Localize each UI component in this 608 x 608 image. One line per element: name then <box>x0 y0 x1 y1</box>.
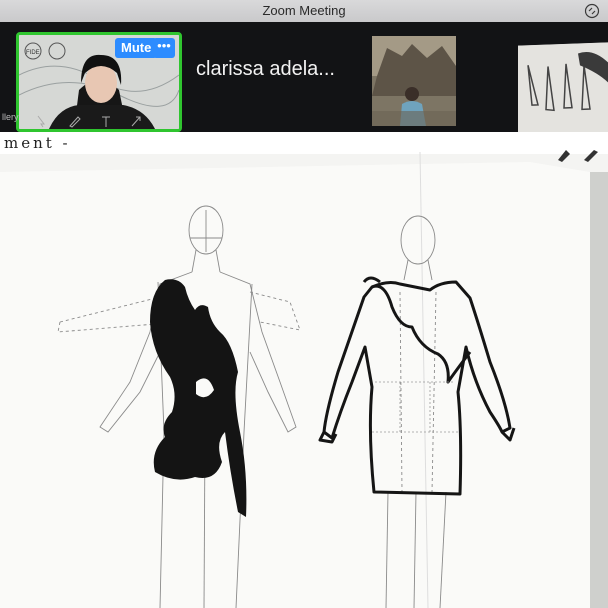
logo-text: FIDE <box>26 50 40 56</box>
participant-tile-sketch[interactable] <box>518 42 608 138</box>
window-title: Zoom Meeting <box>262 3 346 18</box>
participant-video <box>372 36 456 126</box>
zoom-title-bar: Zoom Meeting <box>0 0 608 23</box>
fashion-sketch-canvas <box>0 151 608 608</box>
arrow-icon[interactable] <box>131 116 141 127</box>
marker-icon[interactable] <box>584 150 598 162</box>
participant-tile-video[interactable] <box>372 36 456 126</box>
annotation-toolbar <box>37 115 141 128</box>
text-icon[interactable] <box>102 116 110 127</box>
more-options-button[interactable]: ••• <box>153 38 175 58</box>
participant-name: clarissa adela... <box>196 58 335 80</box>
doc-tools <box>558 150 598 162</box>
fullscreen-icon[interactable] <box>584 3 600 19</box>
pointer-icon[interactable] <box>37 115 45 128</box>
shared-screen-document: ment - <box>0 132 608 608</box>
participant-video <box>518 42 608 138</box>
pencil-icon[interactable] <box>558 150 570 162</box>
mute-button[interactable]: Mute <box>115 38 158 58</box>
pen-icon[interactable] <box>69 116 81 128</box>
toolbar-label: llery <box>2 112 19 122</box>
